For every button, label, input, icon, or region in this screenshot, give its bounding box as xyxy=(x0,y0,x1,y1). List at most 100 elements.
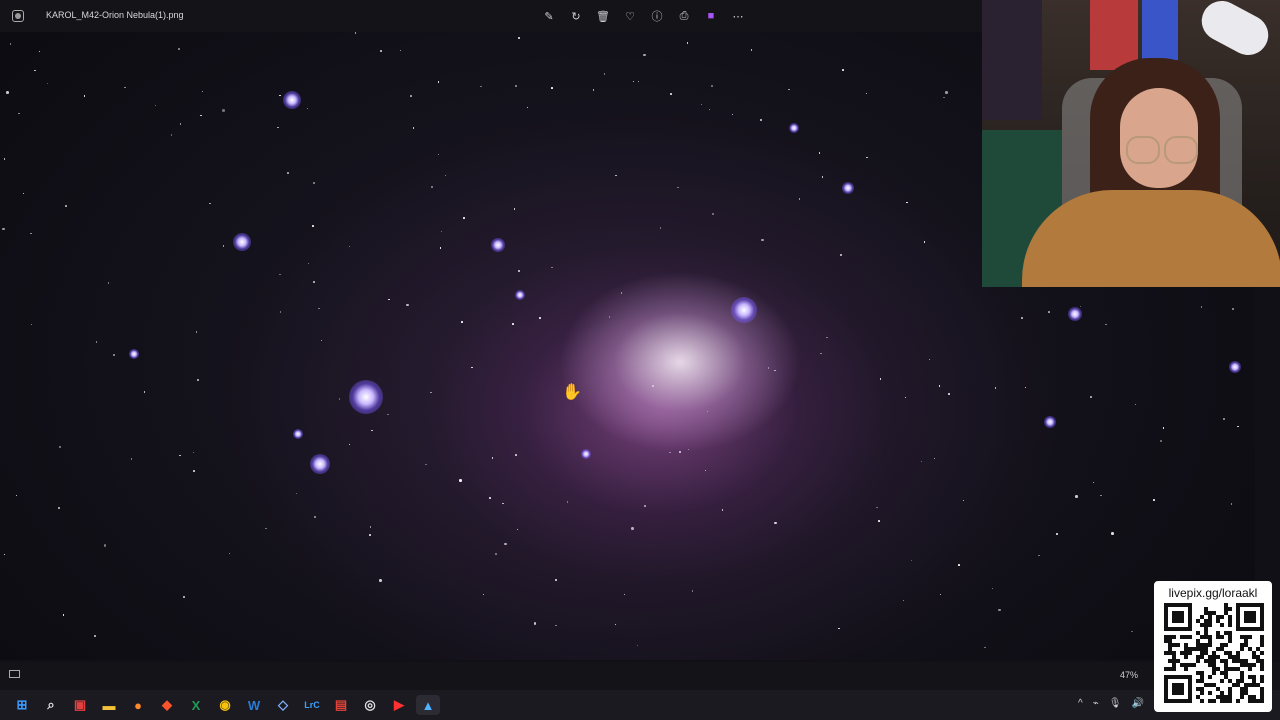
file-explorer-icon[interactable]: ▬ xyxy=(97,695,121,715)
edit-icon[interactable]: ✎ xyxy=(538,7,560,25)
star xyxy=(761,238,764,242)
bright-star xyxy=(581,449,591,459)
star xyxy=(2,227,5,231)
star xyxy=(679,451,681,453)
brave-icon[interactable]: ◆ xyxy=(155,695,179,715)
app-icon-red[interactable]: ▣ xyxy=(68,695,92,715)
star xyxy=(83,95,86,97)
filmstrip-icon[interactable] xyxy=(9,670,20,678)
word-icon[interactable]: W xyxy=(242,695,266,715)
star xyxy=(637,80,640,83)
star xyxy=(615,174,617,177)
bright-star xyxy=(1068,307,1082,321)
star xyxy=(195,331,198,333)
star xyxy=(192,451,195,454)
star xyxy=(1134,403,1137,405)
star xyxy=(183,596,185,598)
clipchamp-icon[interactable]: ■ xyxy=(700,7,722,25)
star xyxy=(994,387,997,389)
star xyxy=(652,385,654,387)
star xyxy=(516,528,519,531)
star xyxy=(9,43,12,45)
star xyxy=(430,185,434,189)
windows-start-icon[interactable]: ⊞ xyxy=(10,695,34,715)
star xyxy=(788,88,790,91)
volume-icon[interactable]: 🔊 xyxy=(1131,698,1143,709)
star xyxy=(437,153,440,156)
star xyxy=(943,96,945,99)
star xyxy=(62,614,65,616)
star xyxy=(15,494,18,497)
star xyxy=(107,282,110,284)
file-title: KAROL_M42-Orion Nebula(1).png xyxy=(46,10,184,20)
system-tray: ^ ⌁ 🎙 🔊 xyxy=(1078,698,1144,709)
star xyxy=(691,590,694,592)
star xyxy=(504,542,507,546)
search-icon[interactable]: ⌕ xyxy=(39,695,63,715)
star xyxy=(399,49,402,52)
youtube-icon[interactable]: ▶ xyxy=(387,695,411,715)
star xyxy=(1232,308,1234,310)
obs-icon[interactable]: ◎ xyxy=(358,695,382,715)
star xyxy=(555,579,557,581)
firefox-icon[interactable]: ● xyxy=(126,695,150,715)
bright-star xyxy=(349,380,383,414)
chevron-up-icon[interactable]: ^ xyxy=(1078,698,1083,709)
star xyxy=(710,84,714,88)
star xyxy=(1075,495,1078,498)
star xyxy=(566,501,569,503)
delete-icon[interactable]: 🗑 xyxy=(592,7,614,25)
star xyxy=(30,232,32,235)
star xyxy=(876,506,878,509)
star xyxy=(307,262,310,265)
star xyxy=(923,241,926,243)
app-icon-diamond[interactable]: ◇ xyxy=(271,695,295,715)
star xyxy=(439,247,442,249)
star xyxy=(1079,305,1082,308)
star xyxy=(222,109,225,112)
info-icon[interactable]: ⓘ xyxy=(646,7,668,25)
more-icon[interactable]: ⋯ xyxy=(727,7,749,25)
star xyxy=(902,599,905,602)
microphone-icon[interactable]: 🎙 xyxy=(1109,698,1122,709)
star xyxy=(938,385,941,387)
star xyxy=(513,208,516,210)
star xyxy=(704,469,707,472)
chrome-icon[interactable]: ◉ xyxy=(213,695,237,715)
star xyxy=(65,205,67,207)
person-sweater xyxy=(1022,190,1280,287)
star xyxy=(58,445,62,449)
photos-app-icon xyxy=(12,10,24,22)
star xyxy=(459,479,462,482)
star xyxy=(865,92,868,95)
star xyxy=(201,90,204,93)
shelf-decor xyxy=(982,0,1042,120)
star xyxy=(1056,533,1058,535)
star xyxy=(551,266,553,268)
star xyxy=(614,623,617,625)
star xyxy=(471,366,473,369)
star xyxy=(371,429,373,432)
network-icon[interactable]: ⌁ xyxy=(1093,698,1099,709)
lrc-icon[interactable]: LrC xyxy=(300,695,324,715)
star xyxy=(338,398,341,400)
excel-icon[interactable]: X xyxy=(184,695,208,715)
star xyxy=(209,202,211,205)
star xyxy=(379,579,382,582)
star xyxy=(643,53,646,57)
zoom-level[interactable]: 47% xyxy=(1120,670,1138,680)
star xyxy=(750,49,753,51)
star xyxy=(677,186,679,189)
star xyxy=(482,593,485,596)
star xyxy=(312,225,314,227)
favorite-icon[interactable]: ♡ xyxy=(619,7,641,25)
star xyxy=(820,352,822,355)
star xyxy=(644,505,646,507)
app-icon-red-box[interactable]: ▤ xyxy=(329,695,353,715)
star xyxy=(1048,311,1050,313)
photos-icon[interactable]: ▲ xyxy=(416,695,440,715)
star xyxy=(387,413,389,416)
print-icon[interactable]: ⎙ xyxy=(673,7,695,25)
star xyxy=(1230,503,1233,505)
rotate-icon[interactable]: ↻ xyxy=(565,7,587,25)
